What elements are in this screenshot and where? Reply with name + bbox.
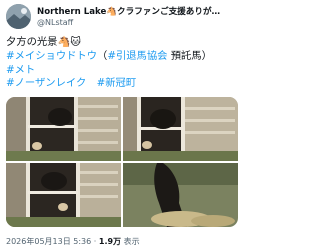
- photo-image: [123, 97, 238, 161]
- post-text-line: 夕方の光景🐴🐱: [6, 36, 82, 48]
- post-meta: 2026年05月13日 5:36 · 1.9万 表示: [6, 236, 140, 247]
- photo-image: [6, 97, 121, 161]
- media-photo[interactable]: [123, 163, 238, 227]
- post-text: 夕方の光景🐴🐱 #メイショウドトウ（#引退馬協会 預託馬） #メト #ノーザンレ…: [6, 36, 238, 91]
- post-text-line: #ノーザンレイク #新冠町: [6, 77, 238, 91]
- media-photo[interactable]: [6, 97, 121, 161]
- view-count: 1.9万: [98, 237, 122, 246]
- media-grid: [6, 97, 238, 227]
- media-photo[interactable]: [6, 163, 121, 227]
- meta-separator: ·: [91, 237, 99, 246]
- photo-image: [6, 163, 121, 227]
- user-handle[interactable]: @NLstaff: [37, 18, 73, 27]
- media-photo[interactable]: [123, 97, 238, 161]
- timestamp[interactable]: 2026年05月13日 5:36: [6, 237, 91, 246]
- hashtag-link[interactable]: #ノーザンレイク: [6, 77, 86, 89]
- post-text-line: #メト: [6, 64, 238, 78]
- paren-text: （: [97, 49, 108, 62]
- hashtag-link[interactable]: #メト: [6, 64, 35, 76]
- avatar[interactable]: [6, 4, 31, 29]
- avatar-image: [6, 4, 31, 29]
- photo-image: [123, 163, 238, 227]
- display-name[interactable]: Northern Lake🐴クラファンご支援ありが…: [37, 5, 238, 17]
- view-count-label: 表示: [121, 237, 140, 246]
- hashtag-link[interactable]: #メイショウドトウ: [6, 50, 97, 62]
- hashtag-link[interactable]: #新冠町: [97, 77, 137, 89]
- hashtag-link[interactable]: #引退馬協会: [107, 50, 167, 62]
- paren-text: 預託馬）: [167, 49, 212, 62]
- post-header: Northern Lake🐴クラファンご支援ありが… @NLstaff: [6, 4, 238, 30]
- post-text-line: #メイショウドトウ（#引退馬協会 預託馬）: [6, 50, 238, 64]
